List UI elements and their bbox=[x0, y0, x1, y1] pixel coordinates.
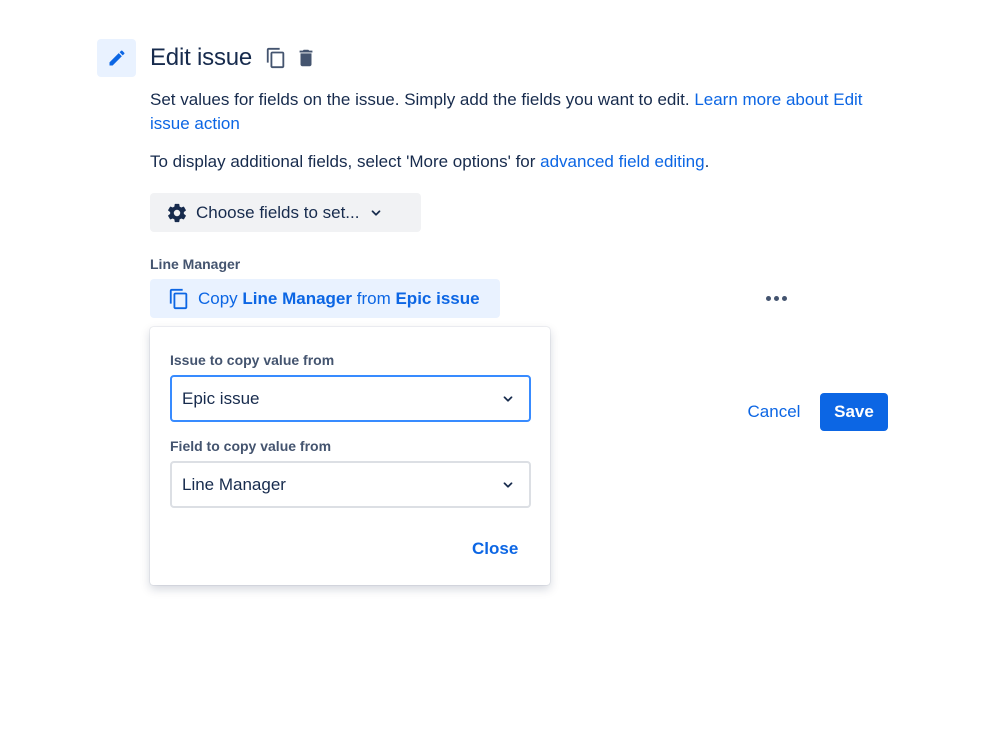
copy-icon bbox=[168, 288, 190, 310]
copy-icon[interactable] bbox=[264, 46, 288, 70]
chevron-down-icon bbox=[369, 206, 383, 220]
cancel-button[interactable]: Cancel bbox=[738, 393, 810, 431]
title-actions bbox=[264, 46, 318, 70]
save-button[interactable]: Save bbox=[820, 393, 888, 431]
field-source-select[interactable]: Line Manager bbox=[170, 461, 531, 508]
more-horizontal-icon[interactable] bbox=[760, 288, 792, 308]
chevron-down-icon bbox=[501, 478, 515, 492]
dot bbox=[773, 295, 779, 301]
description: Set values for fields on the issue. Simp… bbox=[150, 88, 900, 136]
close-button[interactable]: Close bbox=[472, 539, 518, 559]
advanced-field-editing-link[interactable]: advanced field editing bbox=[540, 152, 704, 171]
choose-fields-button[interactable]: Choose fields to set... bbox=[150, 193, 421, 232]
copy-field-value-button[interactable]: Copy Line Manager from Epic issue bbox=[150, 279, 500, 318]
pencil-icon bbox=[97, 39, 136, 77]
note-text: To display additional fields, select 'Mo… bbox=[150, 152, 541, 171]
issue-source-label: Issue to copy value from bbox=[170, 352, 335, 368]
description-text: Set values for fields on the issue. Simp… bbox=[150, 90, 695, 109]
field-label: Line Manager bbox=[150, 256, 241, 272]
edit-issue-panel: Edit issue Set values for fields on the … bbox=[0, 0, 999, 742]
additional-fields-note: To display additional fields, select 'Mo… bbox=[150, 150, 910, 174]
copy-summary: Copy Line Manager from Epic issue bbox=[198, 289, 480, 309]
issue-source-select[interactable]: Epic issue bbox=[170, 375, 531, 422]
copy-middle: from bbox=[352, 288, 396, 308]
field-source-label: Field to copy value from bbox=[170, 438, 332, 454]
copy-prefix: Copy bbox=[198, 288, 243, 308]
page-title: Edit issue bbox=[150, 44, 253, 71]
choose-fields-label: Choose fields to set... bbox=[196, 202, 360, 222]
copy-source: Epic issue bbox=[395, 288, 480, 308]
field-source-value: Line Manager bbox=[182, 474, 286, 494]
trash-icon[interactable] bbox=[294, 46, 318, 70]
dot bbox=[765, 295, 771, 301]
dot bbox=[781, 295, 787, 301]
gear-icon bbox=[166, 202, 188, 224]
copy-value-popup: Issue to copy value from Epic issue Fiel… bbox=[150, 327, 550, 585]
note-period: . bbox=[704, 152, 710, 171]
copy-field-name: Line Manager bbox=[242, 288, 353, 308]
issue-source-value: Epic issue bbox=[182, 388, 260, 408]
chevron-down-icon bbox=[501, 392, 515, 406]
